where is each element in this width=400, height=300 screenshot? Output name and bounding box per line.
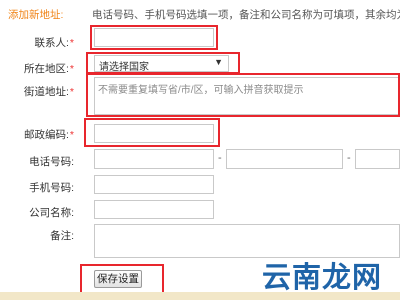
postcode-label: 邮政编码:* — [10, 127, 74, 142]
required-mark: * — [69, 37, 74, 49]
region-highlight — [86, 52, 240, 74]
phone-label: 电话号码: — [29, 156, 74, 168]
contact-label-text: 联系人: — [34, 37, 69, 49]
street-highlight — [86, 73, 400, 117]
watermark: 云南龙网 — [262, 260, 383, 294]
phone-number-input[interactable] — [226, 149, 343, 169]
phone-area-input[interactable] — [94, 149, 214, 169]
required-mark: * — [69, 129, 74, 141]
mobile-label: 手机号码: — [29, 182, 74, 194]
region-label: 所在地区:* — [10, 61, 74, 76]
company-label: 公司名称: — [29, 207, 74, 219]
region-label-text: 所在地区: — [23, 63, 69, 75]
phone-separator-1: - — [218, 152, 222, 164]
remark-label: 备注: — [50, 230, 74, 242]
phone-separator-2: - — [347, 152, 351, 164]
header-note: 电话号码、手机号码选填一项，备注和公司名称为可填项，其余均为 — [92, 9, 400, 21]
phone-ext-input[interactable] — [355, 149, 400, 169]
required-mark: * — [69, 63, 74, 75]
company-input[interactable] — [94, 200, 214, 219]
contact-highlight — [90, 25, 218, 50]
remark-textarea[interactable] — [94, 224, 400, 258]
mobile-input[interactable] — [94, 175, 214, 194]
postcode-label-text: 邮政编码: — [23, 129, 69, 141]
contact-label: 联系人:* — [10, 35, 74, 50]
required-mark: * — [69, 86, 74, 98]
header-title: 添加新地址: — [8, 9, 64, 21]
street-label-text: 街道地址: — [23, 86, 69, 98]
street-label: 街道地址:* — [10, 84, 74, 99]
postcode-highlight — [84, 118, 220, 147]
